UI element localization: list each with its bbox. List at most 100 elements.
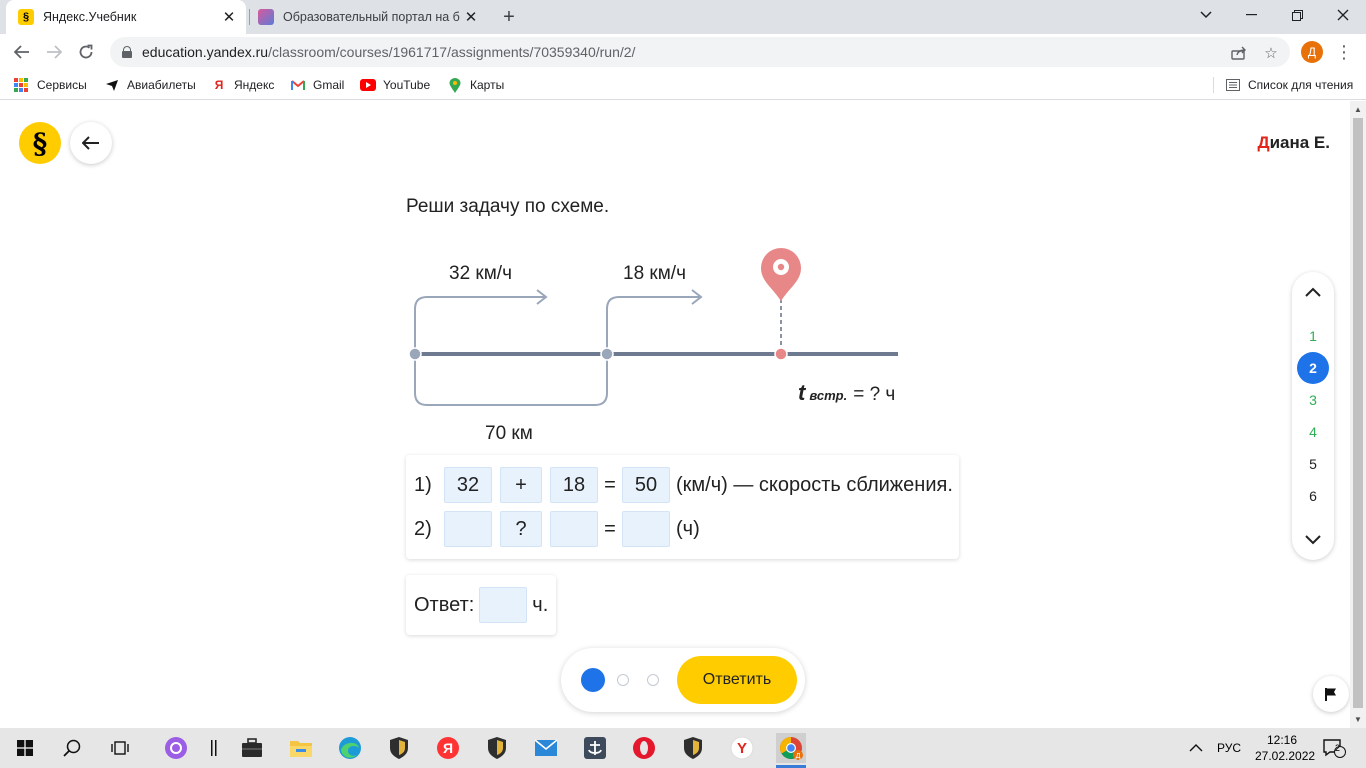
attempt-dot [647, 674, 659, 686]
back-arrow-icon[interactable] [8, 38, 36, 66]
answer-field[interactable] [479, 587, 528, 623]
window-close-icon[interactable] [1320, 0, 1366, 30]
windows-taskbar: Я Y Д РУС 12:16 27.02.2022 2 [0, 728, 1366, 768]
bookmarks-bar: Сервисы Авиабилеты Я Яндекс Gmail YouTub… [0, 70, 1366, 100]
pager-item-2[interactable]: 2 [1297, 352, 1329, 384]
speed-arrow-2 [606, 296, 701, 354]
tab-title: Образовательный портал на ба [283, 10, 460, 24]
operator-field[interactable]: + [500, 467, 542, 503]
lock-icon [122, 46, 132, 58]
briefcase-app-icon[interactable] [237, 733, 267, 763]
taskbar-divider-icon [199, 733, 229, 763]
bookmark-separator [1213, 77, 1214, 93]
task-view-icon[interactable] [105, 733, 135, 763]
bookmark-gmail[interactable]: Gmail [290, 76, 344, 94]
reading-list[interactable]: Список для чтения [1225, 76, 1353, 94]
speed-label-2: 18 км/ч [623, 263, 686, 284]
distance-label: 70 км [485, 423, 533, 444]
result-field[interactable] [622, 511, 670, 547]
plane-icon [104, 77, 120, 93]
gmail-icon [290, 77, 306, 93]
chevron-up-icon[interactable] [1292, 277, 1334, 307]
shield-app-icon[interactable] [482, 733, 512, 763]
star-bookmark-icon[interactable]: ☆ [1262, 44, 1280, 62]
windows-start-icon[interactable] [10, 733, 40, 763]
operand-a-field[interactable]: 32 [444, 467, 492, 503]
pager-item-5[interactable]: 5 [1297, 448, 1329, 480]
tab-bar: § Яндекс.Учебник ✕ Образовательный порта… [0, 0, 1366, 34]
share-icon[interactable] [1230, 44, 1248, 62]
report-flag-button[interactable] [1313, 676, 1349, 712]
edge-browser-icon[interactable] [335, 733, 365, 763]
anchor-game-icon[interactable] [580, 733, 610, 763]
chrome-icon[interactable]: Д [776, 733, 806, 763]
equation-note: (ч) [676, 517, 700, 540]
file-explorer-icon[interactable] [286, 733, 316, 763]
alice-assistant-icon[interactable] [161, 733, 191, 763]
answer-card: Ответ: ч. [406, 575, 556, 635]
tab-yandex-uchebnik[interactable]: § Яндекс.Учебник ✕ [6, 0, 246, 34]
opera-icon[interactable] [629, 733, 659, 763]
notification-count: 2 [1335, 743, 1341, 753]
youtube-icon [360, 77, 376, 93]
chevron-down-icon[interactable] [1292, 525, 1334, 555]
pager-item-3[interactable]: 3 [1297, 384, 1329, 416]
bookmark-maps[interactable]: Карты [447, 76, 504, 94]
yandex-icon[interactable]: Y [727, 733, 757, 763]
system-clock[interactable]: 12:16 27.02.2022 [1255, 732, 1315, 764]
mail-icon[interactable] [531, 733, 561, 763]
bookmark-services[interactable]: Сервисы [14, 76, 87, 94]
yandex-browser-icon[interactable]: Я [433, 733, 463, 763]
search-icon[interactable] [57, 733, 87, 763]
shield-app-icon[interactable] [384, 733, 414, 763]
pager-item-1[interactable]: 1 [1297, 320, 1329, 352]
pager-item-4[interactable]: 4 [1297, 416, 1329, 448]
yandex-uchebnik-favicon-icon: § [18, 9, 34, 25]
restore-icon[interactable] [1274, 0, 1320, 30]
close-icon[interactable]: ✕ [460, 6, 482, 28]
profile-avatar[interactable]: Д [1301, 41, 1323, 63]
bookmark-youtube[interactable]: YouTube [360, 76, 430, 94]
tray-chevron-up-icon[interactable] [1189, 728, 1203, 768]
menu-dots-icon[interactable]: ⋮ [1334, 38, 1354, 66]
page-scrollbar[interactable]: ▲ ▼ [1350, 101, 1366, 728]
apps-grid-icon [14, 78, 28, 92]
scrollbar-thumb[interactable] [1353, 118, 1363, 708]
reload-icon[interactable] [72, 38, 100, 66]
address-bar[interactable]: education.yandex.ru/classroom/courses/19… [110, 37, 1290, 67]
new-tab-plus-icon[interactable]: + [497, 5, 521, 29]
yandex-uchebnik-logo[interactable]: § [19, 122, 61, 164]
user-name[interactable]: Диана Е. [1257, 133, 1330, 153]
input-language[interactable]: РУС [1217, 728, 1241, 768]
forward-arrow-icon[interactable] [40, 38, 68, 66]
bookmark-aviabilety[interactable]: Авиабилеты [104, 76, 196, 94]
svg-text:Д: Д [796, 753, 801, 760]
operator-field[interactable]: ? [500, 511, 542, 547]
tab-title: Яндекс.Учебник [43, 10, 137, 24]
bookmark-yandex[interactable]: Я Яндекс [211, 76, 275, 94]
tab-education-portal[interactable]: Образовательный портал на ба ✕ [250, 0, 488, 34]
attempts-bar: Ответить [561, 648, 805, 712]
pager-item-6[interactable]: 6 [1297, 480, 1329, 512]
submit-answer-button[interactable]: Ответить [677, 656, 797, 704]
scroll-up-arrow-icon[interactable]: ▲ [1353, 104, 1363, 114]
notifications-icon[interactable]: 2 [1322, 728, 1346, 768]
back-button[interactable] [70, 122, 112, 164]
answer-label: Ответ: [414, 593, 475, 616]
scroll-down-arrow-icon[interactable]: ▼ [1353, 714, 1363, 724]
shield-app-icon[interactable] [678, 733, 708, 763]
answer-unit: ч. [532, 593, 549, 616]
close-icon[interactable]: ✕ [218, 6, 240, 28]
operand-b-field[interactable] [550, 511, 598, 547]
result-field[interactable]: 50 [622, 467, 670, 503]
start-point-1 [408, 347, 422, 361]
motion-diagram: 32 км/ч 18 км/ч 70 км t встр. = ? ч [408, 248, 898, 444]
url-text: education.yandex.ru/classroom/courses/19… [142, 44, 636, 60]
minimize-icon[interactable] [1228, 0, 1274, 30]
tab-search-chevron-down-icon[interactable] [1183, 0, 1229, 30]
distance-bracket [414, 354, 608, 406]
operand-a-field[interactable] [444, 511, 492, 547]
operand-b-field[interactable]: 18 [550, 467, 598, 503]
location-pin-icon [761, 248, 801, 301]
meeting-point [774, 347, 788, 361]
